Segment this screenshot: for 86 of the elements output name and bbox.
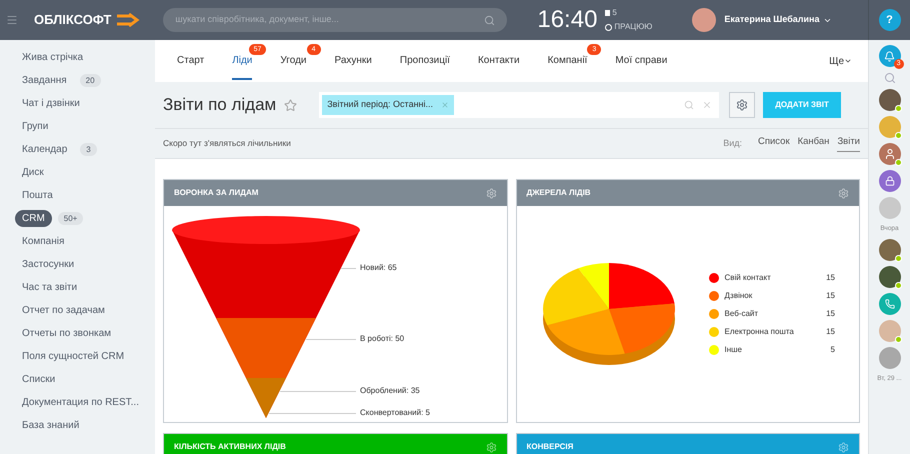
flag-count: 5 — [612, 7, 617, 19]
search-icon[interactable] — [684, 100, 694, 110]
sidebar-item[interactable]: Компанія — [15, 234, 72, 250]
contact-avatar[interactable] — [878, 170, 900, 192]
tab[interactable]: Старт — [177, 42, 204, 80]
contact-avatar[interactable] — [878, 89, 900, 111]
status-icon — [605, 24, 612, 30]
legend-label: Інше — [724, 344, 742, 356]
caret-icon — [844, 57, 852, 65]
sidebar-item[interactable]: Поля сущностей CRM — [15, 349, 132, 364]
funnel-label: Новий: 65 — [360, 262, 397, 274]
sidebar-item[interactable]: Пошта — [15, 188, 60, 204]
tab[interactable]: Контакти — [478, 42, 520, 80]
settings-icon — [736, 99, 748, 111]
sidebar-item[interactable]: Отчеты по звонкам — [15, 326, 118, 342]
contact-avatar[interactable] — [878, 143, 900, 165]
search-icon[interactable] — [484, 14, 496, 26]
view-option[interactable]: Звіти — [837, 134, 860, 152]
contact-avatar[interactable] — [878, 238, 900, 261]
user-name[interactable]: Екатерина Шебалина — [724, 13, 820, 27]
work-status[interactable]: ПРАЦЮЮ — [614, 21, 652, 33]
sidebar-item[interactable]: Документация по REST... — [15, 395, 146, 410]
sidebar-item[interactable]: Списки — [15, 372, 62, 388]
view-option[interactable]: Список — [758, 134, 790, 152]
filter-field[interactable]: Звітний період: Останні... — [319, 92, 720, 118]
leader-line — [306, 338, 356, 340]
view-label: Вид: — [723, 136, 742, 150]
arrow-logo-icon — [115, 13, 142, 27]
counter-badge: 20 — [80, 74, 101, 88]
search-icon[interactable] — [884, 72, 896, 84]
tab[interactable]: Пропозиції — [400, 42, 450, 80]
sidebar-item[interactable]: Завдання — [15, 73, 74, 88]
sidebar-item[interactable]: Календар — [15, 142, 74, 158]
widget-title: КІЛЬКІСТЬ АКТИВНИХ ЛІДІВ — [174, 441, 286, 453]
legend-value: 15 — [826, 308, 835, 320]
legend-label: Свій контакт — [724, 272, 771, 284]
sidebar-item[interactable]: База знаний — [15, 418, 86, 434]
legend-label: Електронна пошта — [724, 326, 794, 338]
legend-value: 15 — [826, 290, 835, 302]
sidebar-item[interactable]: Диск — [15, 165, 51, 180]
logo[interactable]: ОБЛІКСОФТ — [34, 10, 112, 30]
user-avatar[interactable] — [692, 8, 716, 32]
tab[interactable]: Рахунки — [334, 42, 372, 80]
funnel-label: Сконвертований: 5 — [360, 407, 430, 419]
star-icon[interactable] — [284, 98, 298, 112]
widget-title: ДЖЕРЕЛА ЛІДІВ — [526, 187, 591, 199]
widget-title: КОНВЕРСІЯ — [526, 441, 574, 453]
settings-icon[interactable] — [486, 188, 496, 198]
tab[interactable]: Угоди — [280, 42, 306, 80]
clock-time: 16:40 — [537, 5, 598, 35]
close-icon — [441, 101, 450, 109]
view-option[interactable]: Канбан — [798, 134, 830, 152]
sidebar-item[interactable]: Застосунки — [15, 257, 82, 272]
page-title: Звіти по лідам — [163, 94, 276, 116]
funnel-label: Оброблений: 35 — [360, 385, 420, 397]
filter-tag[interactable]: Звітний період: Останні... — [322, 95, 454, 115]
settings-icon[interactable] — [486, 442, 496, 452]
sidebar-item[interactable]: Отчет по задачам — [15, 303, 112, 318]
more-tab[interactable]: Ще — [829, 54, 852, 68]
sidebar-item[interactable]: Час та звіти — [15, 280, 84, 296]
sidebar-item[interactable]: Групи — [15, 119, 56, 134]
search-input[interactable]: шукати співробітника, документ, інше... — [175, 13, 484, 27]
clear-icon[interactable] — [702, 100, 712, 110]
bell-icon — [884, 50, 895, 62]
sidebar-item[interactable]: Чат і дзвінки — [15, 96, 87, 112]
legend-label: Дзвінок — [724, 290, 752, 302]
sidebar-item[interactable]: Жива стрічка — [15, 50, 90, 66]
contact-avatar[interactable] — [878, 266, 900, 288]
settings-icon[interactable] — [838, 442, 849, 452]
legend-value: 15 — [826, 272, 835, 284]
widget-title: ВОРОНКА ЗА ЛИДАМ — [174, 187, 258, 199]
sidebar-item[interactable]: CRM — [15, 210, 52, 228]
counter-badge: 3 — [80, 143, 97, 156]
counters-note: Скоро тут з'являться лічильники — [163, 137, 291, 150]
settings-icon[interactable] — [838, 188, 849, 198]
legend-value: 15 — [826, 326, 835, 338]
tab[interactable]: Мої справи — [615, 42, 668, 80]
notifications-button[interactable] — [878, 45, 900, 67]
legend-value: 5 — [830, 344, 835, 356]
search-field[interactable]: шукати співробітника, документ, інше... — [163, 8, 508, 32]
settings-button[interactable] — [729, 92, 756, 118]
funnel-label: В роботі: 50 — [360, 333, 404, 345]
counter-badge: 50+ — [58, 212, 84, 226]
legend-label: Веб-сайт — [724, 308, 758, 320]
tab[interactable]: Компанії — [548, 42, 588, 80]
menu-icon[interactable] — [6, 14, 18, 26]
